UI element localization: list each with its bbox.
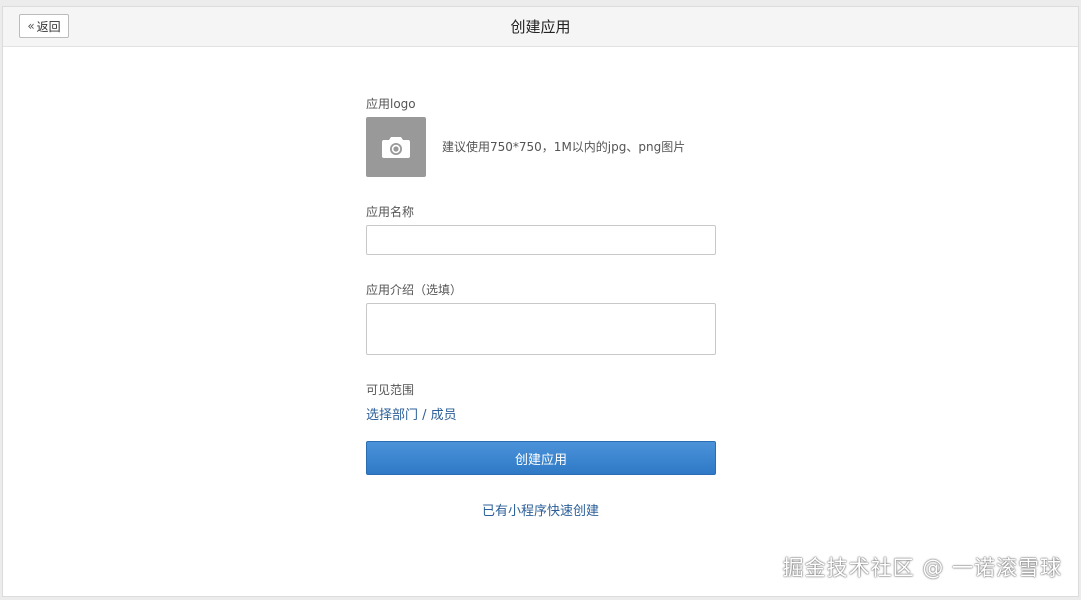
watermark: 掘金技术社区 @ 一诺滚雪球: [782, 556, 1062, 580]
logo-label: 应用logo: [366, 97, 416, 111]
app-intro-textarea[interactable]: [366, 303, 716, 355]
mini-program-link[interactable]: 已有小程序快速创建: [482, 500, 599, 519]
header-bar: « 返回 创建应用: [3, 7, 1078, 47]
logo-upload[interactable]: [366, 117, 426, 177]
page-title: 创建应用: [510, 18, 571, 36]
create-app-button-label: 创建应用: [514, 452, 567, 468]
create-app-button[interactable]: 创建应用: [366, 441, 716, 475]
app-window: « 返回 创建应用 应用logo 建议使用750*750，1M以内的jpg、pn…: [2, 6, 1079, 597]
select-members-link[interactable]: 选择部门 / 成员: [366, 404, 457, 423]
camera-icon: [382, 137, 410, 158]
app-name-input[interactable]: [366, 225, 716, 255]
intro-label: 应用介绍（选填）: [366, 283, 463, 297]
logo-hint: 建议使用750*750，1M以内的jpg、png图片: [442, 140, 686, 154]
scope-label: 可见范围: [366, 383, 415, 397]
name-label: 应用名称: [366, 205, 415, 219]
